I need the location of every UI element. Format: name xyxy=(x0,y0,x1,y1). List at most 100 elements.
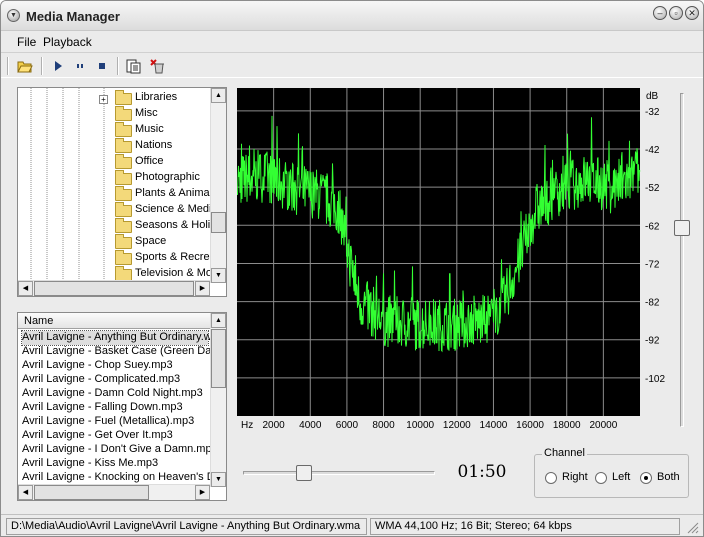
channel-group: Channel Right Left Both xyxy=(534,447,689,498)
folder-tree[interactable]: + Libraries Misc Music Nations Office Photogr… xyxy=(17,87,227,297)
y-axis-unit: dB xyxy=(646,91,659,102)
scroll-up-icon[interactable]: ▲ xyxy=(211,313,226,328)
scroll-left-icon[interactable]: ◀ xyxy=(18,485,33,500)
folder-icon xyxy=(115,234,132,249)
title-bar: ▼ Media Manager – ▫ ✕ xyxy=(1,1,703,31)
list-item[interactable]: Avril Lavigne - Get Over It.mp3 xyxy=(22,429,173,443)
delete-icon[interactable] xyxy=(149,58,165,74)
x-tick-label: 10000 xyxy=(406,420,434,431)
x-axis-unit: Hz xyxy=(241,420,253,431)
x-tick-label: 18000 xyxy=(553,420,581,431)
scroll-down-icon[interactable]: ▼ xyxy=(211,472,226,487)
folder-icon xyxy=(115,106,132,121)
menu-bar: File Playback xyxy=(1,32,703,51)
minimize-icon[interactable]: – xyxy=(653,6,667,20)
scroll-right-icon[interactable]: ▶ xyxy=(195,485,210,500)
spectrum-analyzer: dB -32 -42 -52 -62 -72 -82 -92 -102 Hz 2000 4000 60… xyxy=(237,88,665,431)
open-folder-icon[interactable] xyxy=(17,58,33,74)
close-icon[interactable]: ✕ xyxy=(685,6,699,20)
seek-slider[interactable] xyxy=(295,465,312,481)
scroll-down-icon[interactable]: ▼ xyxy=(211,268,226,283)
x-tick-label: 14000 xyxy=(480,420,508,431)
radio-label: Left xyxy=(612,471,631,483)
tree-item-label: Libraries xyxy=(135,91,178,103)
radio-circle-icon xyxy=(595,472,607,484)
properties-icon[interactable] xyxy=(125,58,141,74)
list-horizontal-scrollbar[interactable]: ◀ ▶ xyxy=(18,484,210,500)
folder-icon xyxy=(115,218,132,233)
list-hscroll-thumb[interactable] xyxy=(34,485,149,500)
x-tick-label: 2000 xyxy=(263,420,286,431)
list-item[interactable]: Avril Lavigne - Knocking on Heaven's Doo… xyxy=(22,471,226,485)
tree-item-label: Music xyxy=(135,123,164,135)
list-item[interactable]: Avril Lavigne - Chop Suey.mp3 xyxy=(22,359,173,373)
tree-hscroll-thumb[interactable] xyxy=(34,281,194,296)
window-title: Media Manager xyxy=(26,9,120,24)
folder-icon xyxy=(115,170,132,185)
list-item[interactable]: Avril Lavigne - Falling Down.mp3 xyxy=(22,401,183,415)
system-menu-icon[interactable]: ▼ xyxy=(7,9,20,22)
x-tick-label: 12000 xyxy=(443,420,471,431)
y-tick-label: -92 xyxy=(645,336,660,347)
time-display: 01:50 xyxy=(457,462,507,482)
y-tick-label: -42 xyxy=(645,145,660,156)
maximize-icon[interactable]: ▫ xyxy=(669,6,683,20)
y-tick-label: -62 xyxy=(645,221,660,232)
folder-icon xyxy=(115,138,132,153)
channel-group-title: Channel xyxy=(542,447,587,459)
list-item[interactable]: Avril Lavigne - Damn Cold Night.mp3 xyxy=(22,387,203,401)
tree-item-label: Plants & Animals xyxy=(135,187,218,199)
list-item[interactable]: Avril Lavigne - Kiss Me.mp3 xyxy=(22,457,158,471)
tree-item-label: Office xyxy=(135,155,164,167)
radio-circle-icon xyxy=(545,472,557,484)
x-tick-label: 4000 xyxy=(299,420,322,431)
seek-track[interactable] xyxy=(243,471,435,475)
radio-circle-icon xyxy=(640,472,652,484)
tree-item-label: Misc xyxy=(135,107,158,119)
menu-file[interactable]: File xyxy=(17,35,36,49)
status-file-path: D:\Media\Audio\Avril Lavigne\Avril Lavig… xyxy=(6,518,367,535)
list-item[interactable]: Avril Lavigne - Fuel (Metallica).mp3 xyxy=(22,415,194,429)
list-item[interactable]: Avril Lavigne - Anything But Ordinary.wm… xyxy=(21,330,226,346)
media-manager-window: ▼ Media Manager – ▫ ✕ File Playback + Li… xyxy=(0,0,704,537)
pause-icon[interactable] xyxy=(72,58,88,74)
folder-icon xyxy=(115,186,132,201)
y-axis-ticks: dB -32 -42 -52 -62 -72 -82 -92 -102 xyxy=(645,91,665,385)
volume-track[interactable] xyxy=(680,93,684,427)
play-icon[interactable] xyxy=(50,58,66,74)
volume-slider[interactable] xyxy=(674,220,690,237)
y-tick-label: -102 xyxy=(645,374,665,385)
scroll-up-icon[interactable]: ▲ xyxy=(211,88,226,103)
tree-item-label: Nations xyxy=(135,139,173,151)
stop-icon[interactable] xyxy=(94,58,110,74)
toolbar-separator xyxy=(41,57,43,75)
tree-item-label: Space xyxy=(135,235,167,247)
folder-icon xyxy=(115,90,132,105)
list-item[interactable]: Avril Lavigne - Complicated.mp3 xyxy=(22,373,180,387)
y-tick-label: -82 xyxy=(645,298,660,309)
folder-icon xyxy=(115,202,132,217)
tree-scroll-thumb[interactable] xyxy=(211,212,226,233)
y-tick-label: -72 xyxy=(645,259,660,270)
resize-grip-icon[interactable] xyxy=(685,520,699,534)
tree-vertical-scrollbar[interactable]: ▲ ▼ xyxy=(210,88,226,283)
tree-horizontal-scrollbar[interactable]: ◀ ▶ xyxy=(18,280,210,296)
list-item[interactable]: Avril Lavigne - I Don't Give a Damn.mp3 xyxy=(22,443,218,457)
scroll-right-icon[interactable]: ▶ xyxy=(195,281,210,296)
radio-label: Right xyxy=(562,471,588,483)
tree-item-label: Photographic xyxy=(135,171,200,183)
column-header-label: Name xyxy=(24,315,54,327)
toolbar xyxy=(1,52,703,78)
x-tick-label: 16000 xyxy=(516,420,544,431)
file-list[interactable]: Name Avril Lavigne - Anything But Ordina… xyxy=(17,312,227,501)
list-item[interactable]: Avril Lavigne - Basket Case (Green Day c… xyxy=(22,345,226,359)
list-scroll-thumb[interactable] xyxy=(211,329,226,388)
radio-label: Both xyxy=(657,471,680,483)
scroll-left-icon[interactable]: ◀ xyxy=(18,281,33,296)
list-vertical-scrollbar[interactable]: ▲ ▼ xyxy=(210,313,226,487)
name-column-header[interactable]: Name xyxy=(18,313,211,329)
x-tick-label: 20000 xyxy=(589,420,617,431)
x-axis-ticks: Hz 2000 4000 6000 8000 10000 12000 14000 16000 18… xyxy=(241,420,618,431)
menu-playback[interactable]: Playback xyxy=(43,35,92,49)
expand-icon[interactable]: + xyxy=(99,95,108,104)
